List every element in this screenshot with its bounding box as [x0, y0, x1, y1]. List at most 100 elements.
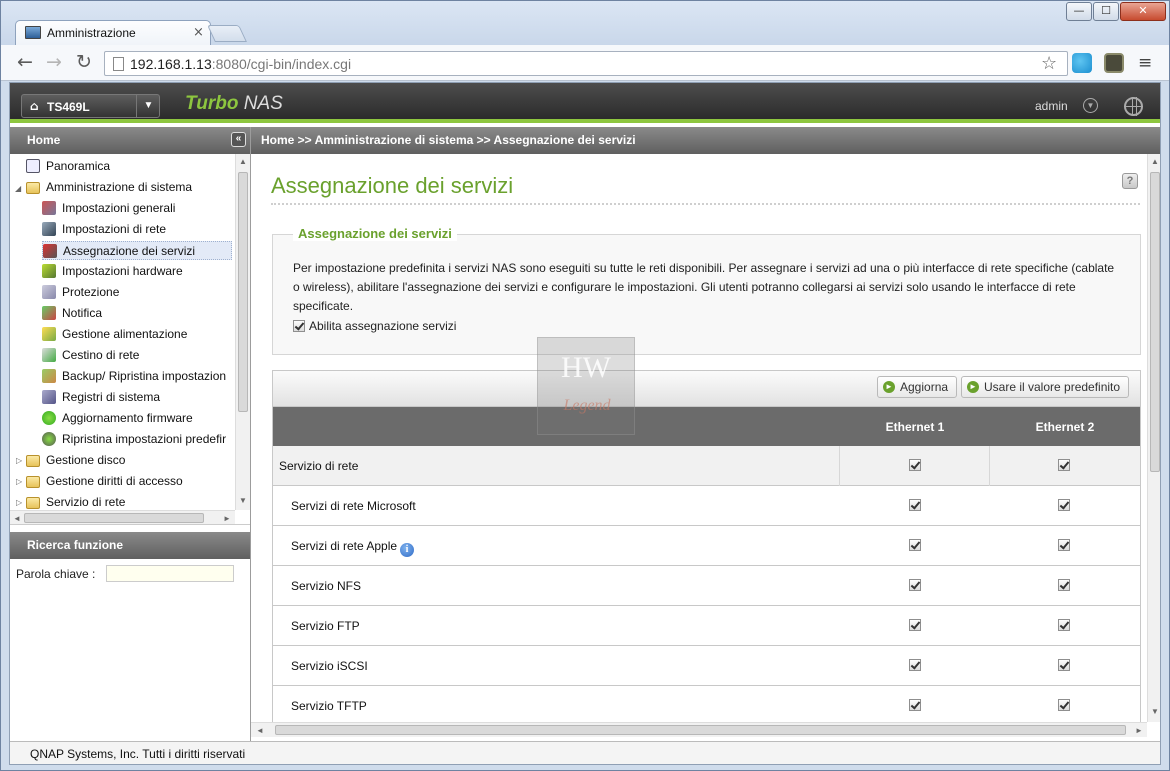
sidebar-item-label: Gestione diritti di accesso — [46, 474, 183, 488]
ethernet-2-checkbox[interactable] — [1058, 579, 1070, 591]
sidebar-item-cestino-rete[interactable]: Cestino di rete — [42, 346, 139, 365]
sidebar-header: Home « — [10, 127, 250, 154]
tab-favicon-icon — [25, 26, 41, 39]
sidebar-item-impostazioni-hardware[interactable]: Impostazioni hardware — [42, 262, 183, 281]
ethernet-2-checkbox[interactable] — [1058, 459, 1070, 471]
scroll-thumb[interactable] — [275, 725, 1126, 735]
general-settings-icon — [42, 201, 56, 215]
sidebar-item-ripristina-predefinite[interactable]: Ripristina impostazioni predefir — [42, 430, 226, 449]
sidebar-item-impostazioni-generali[interactable]: Impostazioni generali — [42, 199, 175, 218]
sidebar-item-amministrazione[interactable]: Amministrazione di sistema — [26, 178, 192, 197]
new-tab-button[interactable] — [207, 25, 247, 42]
reload-icon[interactable]: ↻ — [73, 52, 95, 74]
main-panel: Assegnazione dei servizi ? Assegnazione … — [251, 154, 1147, 722]
sidebar-item-assegnazione-servizi[interactable]: Assegnazione dei servizi — [42, 241, 232, 260]
ethernet-1-checkbox[interactable] — [909, 499, 921, 511]
breadcrumb: Home >> Amministrazione di sistema >> As… — [251, 127, 1160, 154]
scroll-thumb[interactable] — [1150, 172, 1160, 472]
sidebar-item-backup-ripristina[interactable]: Backup/ Ripristina impostazion — [42, 367, 226, 386]
scroll-thumb[interactable] — [24, 513, 204, 523]
forward-arrow-icon[interactable]: → — [43, 52, 65, 74]
device-selector[interactable]: ⌂ TS469L ▼ — [21, 94, 160, 118]
check-extension-icon[interactable] — [1104, 53, 1124, 73]
collapsed-arrow-icon[interactable]: ▷ — [16, 477, 22, 486]
back-arrow-icon[interactable]: ← — [14, 52, 36, 74]
use-default-button[interactable]: ► Usare il valore predefinito — [961, 376, 1130, 398]
service-binding-table: ► Aggiorna ► Usare il valore predefinito E… — [272, 370, 1141, 722]
main-horizontal-scrollbar[interactable]: ◄ ► — [251, 722, 1147, 737]
bookmark-star-icon[interactable]: ☆ — [1041, 53, 1057, 74]
table-row: Servizio FTP — [273, 606, 1140, 646]
ethernet-1-checkbox[interactable] — [909, 699, 921, 711]
browser-tab[interactable]: Amministrazione × — [15, 20, 211, 45]
scroll-left-icon[interactable]: ◄ — [13, 514, 21, 523]
title-divider — [271, 203, 1140, 205]
close-window-button[interactable]: ✕ — [1120, 2, 1166, 21]
sidebar-item-panoramica[interactable]: Panoramica — [26, 157, 110, 176]
sidebar-item-gestione-alimentazione[interactable]: Gestione alimentazione — [42, 325, 187, 344]
sidebar-item-aggiornamento-firmware[interactable]: Aggiornamento firmware — [42, 409, 193, 428]
home-icon: ⌂ — [30, 99, 39, 113]
sidebar-item-notifica[interactable]: Notifica — [42, 304, 102, 323]
address-bar[interactable]: 192.168.1.13:8080/cgi-bin/index.cgi ☆ — [104, 51, 1068, 76]
sidebar-item-impostazioni-rete[interactable]: Impostazioni di rete — [42, 220, 166, 239]
folder-open-icon — [26, 182, 40, 194]
ethernet-1-checkbox[interactable] — [909, 579, 921, 591]
scroll-thumb[interactable] — [238, 172, 248, 412]
sidebar-item-label: Aggiornamento firmware — [62, 411, 193, 425]
ethernet-1-checkbox[interactable] — [909, 619, 921, 631]
row-label: Servizio di rete — [279, 459, 359, 473]
ethernet-2-checkbox[interactable] — [1058, 539, 1070, 551]
help-icon[interactable]: ? — [1122, 173, 1138, 189]
ethernet-1-checkbox[interactable] — [909, 659, 921, 671]
scroll-up-icon[interactable]: ▲ — [1151, 157, 1159, 166]
firmware-icon — [42, 411, 56, 425]
chevron-down-icon[interactable]: ▼ — [136, 95, 160, 117]
minimize-button[interactable]: — — [1066, 2, 1092, 21]
ethernet-1-checkbox[interactable] — [909, 459, 921, 471]
expanded-arrow-icon[interactable]: ◢ — [15, 184, 21, 193]
sidebar-item-gestione-disco[interactable]: Gestione disco — [26, 451, 125, 470]
tree-horizontal-scrollbar[interactable]: ◄ ► — [10, 510, 235, 524]
arrow-right-icon: ► — [883, 381, 895, 393]
sidebar-item-label: Ripristina impostazioni predefir — [62, 432, 227, 446]
scroll-up-icon[interactable]: ▲ — [239, 157, 247, 166]
sidebar-item-label: Panoramica — [46, 159, 111, 173]
maximize-button[interactable]: ☐ — [1093, 2, 1119, 21]
page-icon — [113, 57, 124, 71]
scroll-right-icon[interactable]: ► — [223, 514, 231, 523]
collapsed-arrow-icon[interactable]: ▷ — [16, 498, 22, 507]
language-globe-icon[interactable] — [1124, 97, 1143, 116]
skype-extension-icon[interactable] — [1072, 53, 1092, 73]
search-input[interactable] — [106, 565, 234, 582]
row-label: Servizio TFTP — [291, 699, 367, 713]
info-icon[interactable]: i — [400, 543, 415, 557]
scroll-down-icon[interactable]: ▼ — [239, 496, 247, 505]
collapsed-arrow-icon[interactable]: ▷ — [16, 456, 22, 465]
tree-vertical-scrollbar[interactable]: ▲ ▼ — [235, 154, 250, 510]
scroll-down-icon[interactable]: ▼ — [1151, 707, 1159, 716]
sidebar-item-protezione[interactable]: Protezione — [42, 283, 119, 302]
user-name[interactable]: admin — [1035, 99, 1068, 113]
sidebar-item-label: Assegnazione dei servizi — [63, 244, 196, 258]
browser-menu-icon[interactable]: ≡ — [1138, 53, 1152, 73]
ethernet-2-checkbox[interactable] — [1058, 699, 1070, 711]
scroll-right-icon[interactable]: ► — [1135, 726, 1143, 735]
refresh-button[interactable]: ► Aggiorna — [877, 376, 958, 398]
hardware-icon — [42, 264, 56, 278]
scroll-left-icon[interactable]: ◄ — [256, 726, 264, 735]
tab-close-icon[interactable]: × — [193, 25, 204, 40]
enable-binding-row[interactable]: Abilita assegnazione servizi — [293, 319, 456, 333]
collapse-sidebar-icon[interactable]: « — [231, 132, 246, 147]
ethernet-1-checkbox[interactable] — [909, 539, 921, 551]
brand-logo: Turbo NAS — [185, 93, 283, 114]
ethernet-2-checkbox[interactable] — [1058, 619, 1070, 631]
sidebar-item-registri-sistema[interactable]: Registri di sistema — [42, 388, 160, 407]
ethernet-2-checkbox[interactable] — [1058, 499, 1070, 511]
table-toolbar: ► Aggiorna ► Usare il valore predefinito — [273, 371, 1140, 407]
ethernet-2-checkbox[interactable] — [1058, 659, 1070, 671]
sidebar-item-gestione-diritti[interactable]: Gestione diritti di accesso — [26, 472, 183, 491]
enable-binding-checkbox[interactable] — [293, 320, 305, 332]
user-menu-icon[interactable]: ▼ — [1083, 98, 1098, 113]
main-vertical-scrollbar[interactable]: ▲ ▼ — [1147, 154, 1160, 722]
